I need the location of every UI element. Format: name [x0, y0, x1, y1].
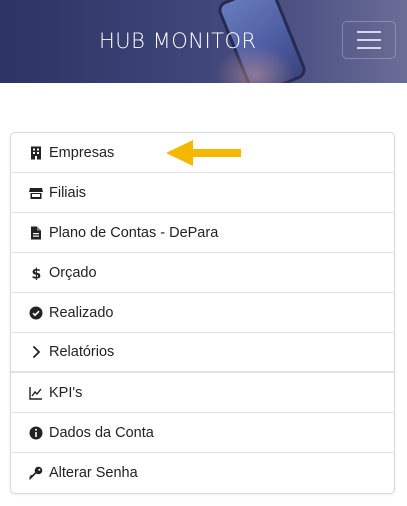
menu-item-label: KPI's — [49, 384, 83, 401]
menu-item-realizado[interactable]: Realizado — [11, 293, 394, 333]
menu-item-orcado[interactable]: $ Orçado — [11, 253, 394, 293]
menu-item-alterar-senha[interactable]: Alterar Senha — [11, 453, 394, 493]
hamburger-icon — [357, 31, 381, 33]
menu-item-filiais[interactable]: Filiais — [11, 173, 394, 213]
file-icon — [29, 226, 43, 240]
side-menu: Empresas Filiais Plano de Contas - DePar… — [10, 132, 395, 494]
chevron-right-icon — [29, 345, 43, 359]
app-title: HUB MONITOR — [99, 29, 257, 53]
svg-text:$: $ — [32, 266, 42, 280]
key-icon — [29, 466, 43, 480]
menu-toggle-button[interactable] — [342, 21, 396, 59]
check-circle-icon — [29, 306, 43, 320]
menu-item-label: Filiais — [49, 184, 87, 201]
menu-item-label: Alterar Senha — [49, 465, 138, 481]
dollar-icon: $ — [29, 266, 43, 280]
menu-item-label: Orçado — [49, 264, 97, 281]
app-header: HUB MONITOR — [0, 0, 407, 83]
menu-item-label: Relatórios — [49, 344, 115, 360]
menu-item-label: Dados da Conta — [49, 424, 154, 441]
menu-item-dados-da-conta[interactable]: Dados da Conta — [11, 413, 394, 453]
menu-item-label: Empresas — [49, 144, 115, 161]
menu-item-relatorios[interactable]: Relatórios — [11, 333, 394, 373]
store-icon — [29, 186, 43, 200]
info-circle-icon — [29, 426, 43, 440]
menu-item-kpis[interactable]: KPI's — [11, 373, 394, 413]
building-icon — [29, 146, 43, 160]
menu-item-label: Realizado — [49, 304, 114, 321]
menu-item-plano-de-contas[interactable]: Plano de Contas - DePara — [11, 213, 394, 253]
chart-line-icon — [29, 386, 43, 400]
pointer-arrow-icon — [166, 140, 241, 166]
menu-item-label: Plano de Contas - DePara — [49, 224, 219, 241]
